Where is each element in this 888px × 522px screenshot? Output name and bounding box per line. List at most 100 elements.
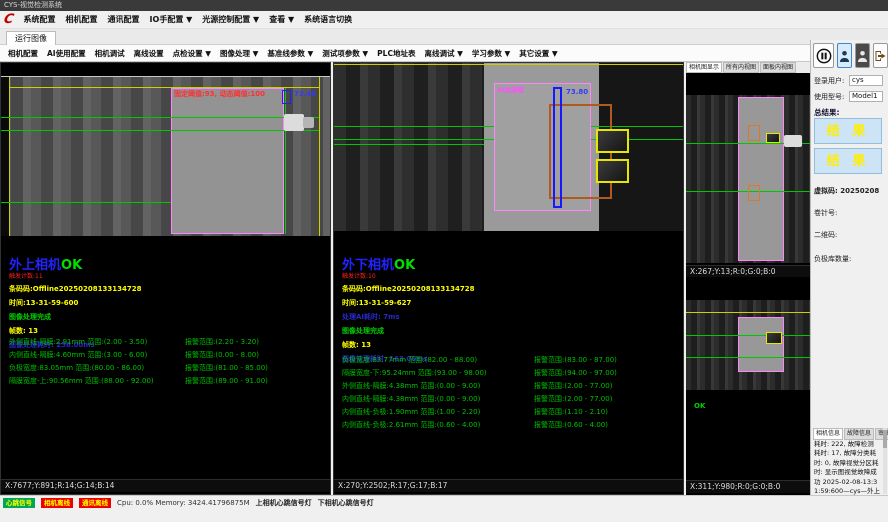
- tool-image-process[interactable]: 图像处理 ▼: [220, 48, 258, 59]
- process-done-text: 图像处理完成: [342, 326, 657, 336]
- pause-button[interactable]: [813, 43, 834, 68]
- left-pixel-coordinates: X:7677;Y:891;R:14;G:14;B:14: [1, 479, 330, 492]
- tab-fault-info[interactable]: 故障信息: [844, 428, 874, 440]
- center-result-block: 外下相机OK 触发计数:10 条码码:Offline20250208133134…: [342, 259, 657, 364]
- scrollbar-thumb[interactable]: [883, 430, 887, 448]
- measurement-row: 外侧直线-隔膜:2.91mm 范围:(2.00 - 3.50)报警范围:(2.2…: [9, 335, 327, 348]
- alarm-range: 报警范围:(1.10 - 2.10): [534, 407, 608, 417]
- measure-line-green: [1, 202, 171, 203]
- measurement-value: 负极宽度:83.77mm 范围:(82.00 - 88.00): [342, 355, 534, 365]
- menu-io-config[interactable]: IO手配置 ▼: [150, 14, 193, 25]
- measurement-row: 内侧直线-负极:1.90mm 范围:(1.00 - 2.20)报警范围:(1.1…: [342, 405, 660, 418]
- log-scrollbar[interactable]: [883, 428, 887, 494]
- tool-camera-config[interactable]: 相机配置: [8, 48, 38, 59]
- measurement-value: 内侧直线-负极:1.90mm 范围:(1.00 - 2.20): [342, 407, 534, 417]
- alarm-range: 报警范围:(2.00 - 77.00): [534, 381, 612, 391]
- alarm-range: 报警范围:(0.60 - 4.00): [534, 420, 608, 430]
- tab-run-image[interactable]: 运行图像: [6, 31, 56, 45]
- heartbeat-badge: 心跳信号: [3, 498, 35, 508]
- center-pixel-coordinates: X:270;Y:2502;R:17;G:17;B:17: [334, 479, 683, 492]
- alarm-range: 报警范围:(89.00 - 91.00): [185, 376, 268, 386]
- tool-baseline-params[interactable]: 基准线参数 ▼: [267, 48, 313, 59]
- measurement-row: 内侧直线-负极:2.61mm 范围:(0.60 - 4.00)报警范围:(0.6…: [342, 418, 660, 431]
- menu-system-config[interactable]: 系统配置: [24, 14, 56, 25]
- menu-camera-config[interactable]: 相机配置: [66, 14, 98, 25]
- user-icon: [839, 49, 850, 63]
- measurement-value: 外侧直线-隔膜:4.38mm 范围:(0.00 - 9.00): [342, 381, 534, 391]
- camera-result-line: 外下相机OK: [342, 259, 657, 273]
- center-camera-view: AI检测框 73.80 外下相机OK 触发计数:10 条码码:Offline20…: [333, 62, 684, 495]
- small-camera-view-bottom[interactable]: OK: [686, 277, 810, 480]
- left-camera-image[interactable]: 73.46 固定阈值:93, 动态阈值:100: [1, 76, 330, 236]
- menu-light-config[interactable]: 光源控制配置 ▼: [202, 14, 259, 25]
- stock-count-label: 负极库数量:: [814, 254, 851, 264]
- tool-learn-params[interactable]: 学习参数 ▼: [472, 48, 510, 59]
- exit-button[interactable]: [873, 43, 888, 68]
- trigger-info: 触发计数:10: [342, 273, 657, 280]
- left-measurements: 外侧直线-隔膜:2.91mm 范围:(2.00 - 3.50)报警范围:(2.2…: [9, 335, 327, 387]
- connector-tip: [303, 117, 314, 128]
- menu-view[interactable]: 查看 ▼: [269, 14, 294, 25]
- exit-door-icon: [874, 49, 887, 63]
- tool-camera-debug[interactable]: 相机调试: [95, 48, 125, 59]
- roi-strip-pink: [738, 317, 784, 372]
- measurement-value: 外侧直线-隔膜:2.91mm 范围:(2.00 - 3.50): [9, 337, 185, 347]
- right-views-column: 相机图显示 所有内视图 面板内视图 X:267;Y:13;R:0;G:0;B:0: [686, 62, 810, 495]
- window-title: CYS-视觉检测系统: [4, 1, 62, 9]
- measurement-row: 负极宽度:83.05mm 范围:(80.00 - 86.00)报警范围:(81.…: [9, 361, 327, 374]
- tool-test-params[interactable]: 测试项参数 ▼: [322, 48, 368, 59]
- ai-time-text: 处理AI耗时: 7ms: [342, 312, 657, 322]
- defect-box-yellow: [766, 332, 782, 344]
- alarm-range: 报警范围:(2.00 - 77.00): [534, 394, 612, 404]
- threshold-overlay-text: 固定阈值:93, 动态阈值:100: [174, 89, 265, 99]
- tool-offline-debug[interactable]: 离线调试 ▼: [424, 48, 462, 59]
- measurement-row: 外侧直线-隔膜:4.38mm 范围:(0.00 - 9.00)报警范围:(2.0…: [342, 379, 660, 392]
- image-dark-edge: [1, 77, 9, 236]
- user-manage-button[interactable]: [855, 43, 870, 68]
- roi-strip-pink: [738, 97, 784, 261]
- comm-offline-badge: 通讯离线: [79, 498, 111, 508]
- model-value[interactable]: Model1: [849, 91, 883, 102]
- blue-marker-label: 73.46: [294, 90, 316, 98]
- barcode-text: 条码码:Offline20250208133134728: [9, 284, 324, 294]
- tab-camera-info[interactable]: 相机信息: [813, 428, 843, 440]
- measurement-value: 内侧直线-隔膜:4.60mm 范围:(3.00 - 6.00): [9, 350, 185, 360]
- tool-spot-check[interactable]: 点检设置 ▼: [173, 48, 211, 59]
- defect-box-yellow: [766, 133, 780, 143]
- tool-ai-usage[interactable]: AI使用配置: [47, 48, 86, 59]
- frame-count-text: 帧数: 13: [342, 340, 657, 350]
- tool-offline-setting[interactable]: 离线设置: [134, 48, 164, 59]
- center-measurements: 负极宽度:83.77mm 范围:(82.00 - 88.00)报警范围:(83.…: [342, 353, 660, 431]
- cpu-memory-readout: Cpu: 0.0% Memory: 3424.41796875M: [117, 498, 250, 508]
- blue-measure-box: [553, 87, 562, 208]
- tool-plc-address[interactable]: PLC地址表: [377, 48, 415, 59]
- user-dark-icon: [857, 49, 868, 63]
- tab-strip: 运行图像: [0, 29, 888, 45]
- tool-other-settings[interactable]: 其它设置 ▼: [519, 48, 557, 59]
- measure-line-green: [334, 144, 484, 145]
- tab-panel-inner-views[interactable]: 面板内视图: [760, 62, 796, 73]
- login-user-button[interactable]: [837, 43, 852, 68]
- login-user-value[interactable]: cys: [849, 75, 883, 86]
- small-view-status: OK: [694, 402, 705, 410]
- process-done-text: 图像处理完成: [9, 312, 324, 322]
- time-text: 时间:13-31-59-600: [9, 298, 324, 308]
- small-camera-view-top[interactable]: [686, 73, 810, 265]
- measure-line-green: [686, 335, 810, 336]
- qr-code-label: 二维码:: [814, 230, 837, 240]
- needle-number-label: 卷针号:: [814, 208, 837, 218]
- alarm-range: 报警范围:(83.00 - 87.00): [534, 355, 617, 365]
- menu-language-switch[interactable]: 系统语言切换: [304, 14, 352, 25]
- tab-camera-display[interactable]: 相机图显示: [686, 62, 722, 73]
- camera-name: 外上相机: [9, 258, 61, 273]
- top-camera-heartbeat-indicator: 上相机心跳信号灯: [256, 498, 312, 508]
- ai-roi-label: AI检测框: [497, 84, 524, 94]
- blue-marker-label: 73.80: [566, 88, 588, 96]
- alarm-range: 报警范围:(81.00 - 85.00): [185, 363, 268, 373]
- blue-marker-box: [282, 90, 291, 104]
- defect-box-yellow: [596, 159, 629, 183]
- measurement-value: 内侧直线-负极:2.61mm 范围:(0.60 - 4.00): [342, 420, 534, 430]
- menu-comm-config[interactable]: 通讯配置: [108, 14, 140, 25]
- center-camera-image[interactable]: AI检测框 73.80: [334, 63, 683, 231]
- tab-all-inner-views[interactable]: 所有内视图: [723, 62, 759, 73]
